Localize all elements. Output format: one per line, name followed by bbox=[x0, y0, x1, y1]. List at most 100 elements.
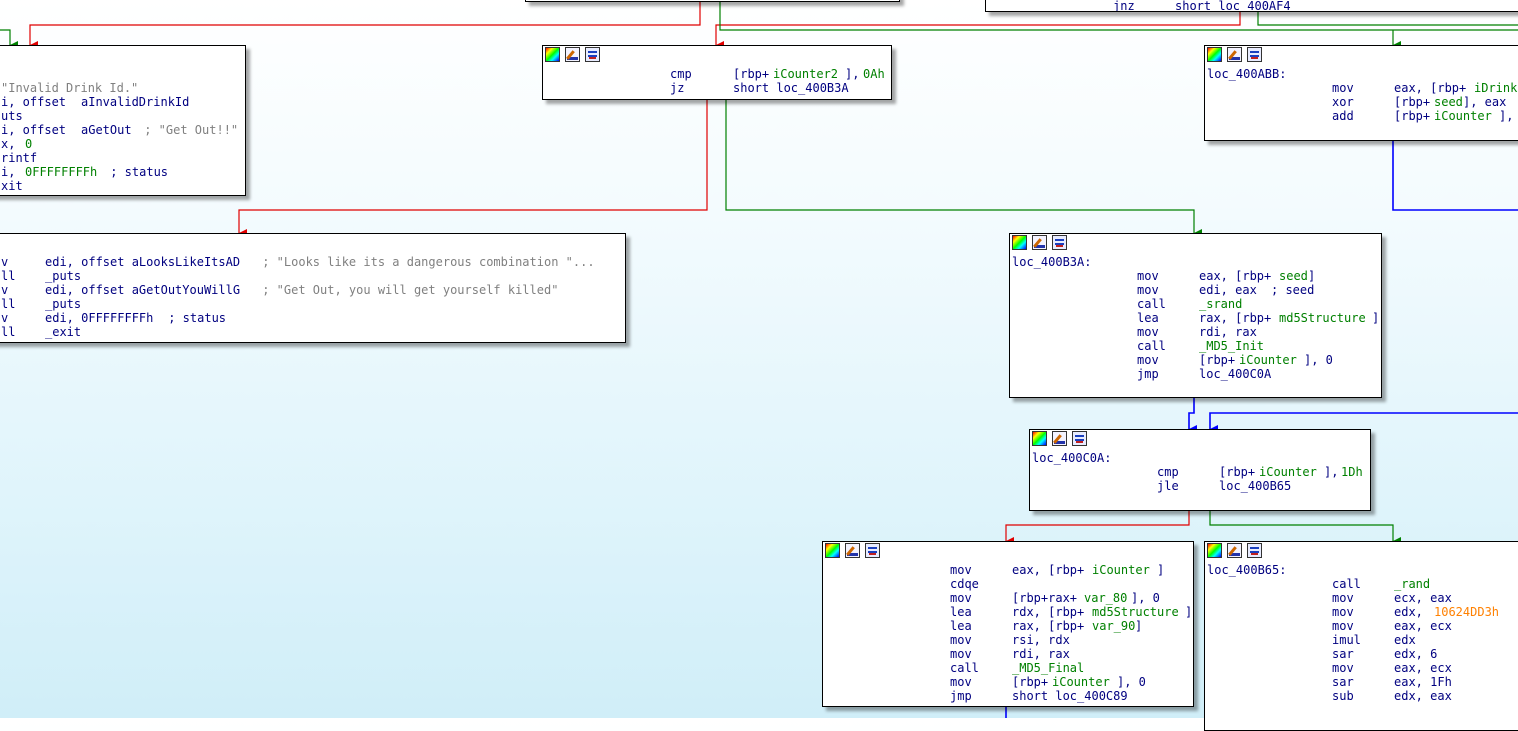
edge-loop bbox=[1209, 412, 1518, 433]
asm-line: xor [rbp+ seed ], eax bbox=[1332, 95, 1507, 109]
asm-line: v edi, offset aGetOutYouWillG ; "Get Out,… bbox=[1, 283, 559, 297]
asm-line: add [rbp+ iCounter ], bbox=[1332, 109, 1514, 123]
node-invalid-drink[interactable]: "Invalid Drink Id." i, offset aInvalidDr… bbox=[0, 45, 246, 196]
asm-line: i, offset aInvalidDrinkId bbox=[1, 95, 190, 109]
asm-line: sar edx, 6 bbox=[1332, 647, 1438, 661]
asm-line: i, offset aGetOut ; "Get Out!!" bbox=[1, 123, 239, 137]
asm-label: loc_400B3A: bbox=[1012, 255, 1092, 269]
rename-node-icon[interactable] bbox=[1227, 543, 1242, 558]
graph-overview-icon[interactable] bbox=[585, 47, 600, 62]
graph-overview-icon[interactable] bbox=[1052, 235, 1067, 250]
edge-true bbox=[725, 100, 1202, 237]
node-header bbox=[1010, 234, 1381, 252]
node-top-center-partial[interactable] bbox=[525, 0, 900, 2]
edge-false bbox=[29, 0, 701, 49]
asm-line: call _rand bbox=[1332, 577, 1431, 591]
asm-line: lea rdx, [rbp+ md5Structure] bbox=[950, 605, 1193, 619]
rename-node-icon[interactable] bbox=[1052, 431, 1067, 446]
asm-line: mov eax, ecx bbox=[1332, 619, 1452, 633]
asm-line: jz short loc_400B3A bbox=[670, 81, 849, 95]
graph-overview-icon[interactable] bbox=[865, 543, 880, 558]
edge-loop bbox=[1392, 141, 1518, 211]
asm-line: mov [rbp+ iCounter], 0 bbox=[950, 675, 1146, 689]
asm-line: x, 0 bbox=[1, 137, 33, 151]
asm-line: mov rdi, rax bbox=[950, 647, 1070, 661]
node-header bbox=[0, 46, 245, 64]
asm-line: mov rdi, rax bbox=[1137, 325, 1257, 339]
asm-label: loc_400B65: bbox=[1207, 563, 1287, 577]
edge-true bbox=[1209, 510, 1401, 545]
graph-overview-icon[interactable] bbox=[1247, 47, 1262, 62]
asm-line: cmp [rbp+ iCounter2 ], 0Ah bbox=[670, 67, 885, 81]
asm-label: loc_400C0A: bbox=[1032, 451, 1112, 465]
asm-line: rintf bbox=[1, 151, 38, 165]
color-node-icon[interactable] bbox=[1207, 543, 1222, 558]
node-header bbox=[1205, 542, 1518, 560]
asm-line: i, 0FFFFFFFFh ; status bbox=[1, 165, 169, 179]
asm-line: sub edx, eax bbox=[1332, 689, 1452, 703]
graph-view-canvas[interactable]: jnz short loc_400AF4 "Invalid Drink Id."… bbox=[0, 0, 1518, 731]
asm-line: call _MD5_Final bbox=[950, 661, 1085, 675]
node-header bbox=[1030, 430, 1370, 448]
asm-line: xit bbox=[1, 179, 23, 193]
asm-line: mov [rbp+ iCounter], 0 bbox=[1137, 353, 1333, 367]
node-top-right-partial[interactable]: jnz short loc_400AF4 bbox=[985, 0, 1518, 12]
asm-line: mov rsi, rdx bbox=[950, 633, 1070, 647]
asm-line: mov eax, [rbp+ seed] bbox=[1137, 269, 1316, 283]
asm-line: lea rax, [rbp+ var_90] bbox=[950, 619, 1143, 633]
edge-true bbox=[0, 29, 18, 49]
graph-overview-icon[interactable] bbox=[1247, 543, 1262, 558]
asm-line: mov eax, [rbp+ iCounter] bbox=[950, 563, 1165, 577]
asm-line: mov edx, 10624DD3h bbox=[1332, 605, 1500, 619]
asm-line: "Invalid Drink Id." bbox=[1, 81, 139, 95]
asm-label: loc_400ABB: bbox=[1207, 67, 1287, 81]
asm-line: jmp loc_400C0A bbox=[1137, 367, 1272, 381]
asm-line: mov ecx, eax bbox=[1332, 591, 1452, 605]
rename-node-icon[interactable] bbox=[565, 47, 580, 62]
asm-line: sar eax, 1Fh bbox=[1332, 675, 1452, 689]
asm-line: mov eax, ecx bbox=[1332, 661, 1452, 675]
node-header bbox=[823, 542, 1193, 560]
asm-line: mov [rbp+rax+ var_80], 0 bbox=[950, 591, 1160, 605]
node-loc-400abb[interactable]: loc_400ABB: mov eax, [rbp+ iDrink xor [r… bbox=[1204, 45, 1518, 141]
edge-false bbox=[715, 12, 1241, 49]
asm-line: jnz short loc_400AF4 bbox=[1113, 0, 1291, 12]
edge-false bbox=[1005, 510, 1190, 545]
color-node-icon[interactable] bbox=[825, 543, 840, 558]
rename-node-icon[interactable] bbox=[1032, 235, 1047, 250]
color-node-icon[interactable] bbox=[545, 47, 560, 62]
asm-line: mov eax, [rbp+ iDrink bbox=[1332, 81, 1518, 95]
asm-line: cmp [rbp+ iCounter], 1Dh bbox=[1157, 465, 1363, 479]
color-node-icon[interactable] bbox=[1012, 235, 1027, 250]
node-header bbox=[0, 234, 625, 252]
asm-line: ll _puts bbox=[1, 269, 82, 283]
asm-line: call _srand bbox=[1137, 297, 1243, 311]
node-loc-400b3a[interactable]: loc_400B3A: mov eax, [rbp+ seed] mov edi, e… bbox=[1009, 233, 1382, 398]
asm-line: imul edx bbox=[1332, 633, 1416, 647]
rename-node-icon[interactable] bbox=[1227, 47, 1242, 62]
node-header bbox=[1205, 46, 1518, 64]
rename-node-icon[interactable] bbox=[845, 543, 860, 558]
asm-line: uts bbox=[1, 109, 23, 123]
color-node-icon[interactable] bbox=[1207, 47, 1222, 62]
asm-line: ll _exit bbox=[1, 325, 82, 339]
asm-line: mov edi, eax ; seed bbox=[1137, 283, 1315, 297]
node-header bbox=[543, 46, 891, 64]
asm-line: v edi, offset aLooksLikeItsAD ; "Looks li… bbox=[1, 255, 595, 269]
node-loc-400b65[interactable]: loc_400B65: call _rand mov ecx, eax mov edx… bbox=[1204, 541, 1518, 731]
node-cmp-icounter2[interactable]: cmp [rbp+ iCounter2 ], 0Ah jz short loc_… bbox=[542, 45, 892, 100]
node-md5-final[interactable]: mov eax, [rbp+ iCounter] cdqe mov [rbp+rax+… bbox=[822, 541, 1194, 707]
color-node-icon[interactable] bbox=[1032, 431, 1047, 446]
edge-false bbox=[238, 100, 708, 237]
graph-overview-icon[interactable] bbox=[1072, 431, 1087, 446]
asm-line: ll _puts bbox=[1, 297, 82, 311]
asm-line: call _MD5_Init bbox=[1137, 339, 1265, 353]
node-loc-400c0a[interactable]: loc_400C0A: cmp [rbp+ iCounter], 1Dh jle lo… bbox=[1029, 429, 1371, 511]
node-dangerous-combination[interactable]: v edi, offset aLooksLikeItsAD ; "Looks li… bbox=[0, 233, 626, 343]
edge-unconditional bbox=[1188, 398, 1197, 433]
asm-line: cdqe bbox=[950, 577, 979, 591]
asm-line: lea rax, [rbp+ md5Structure] bbox=[1137, 311, 1380, 325]
asm-line: jle loc_400B65 bbox=[1157, 479, 1292, 493]
asm-line: v edi, 0FFFFFFFFh ; status bbox=[1, 311, 227, 325]
edge-true bbox=[1257, 12, 1518, 26]
